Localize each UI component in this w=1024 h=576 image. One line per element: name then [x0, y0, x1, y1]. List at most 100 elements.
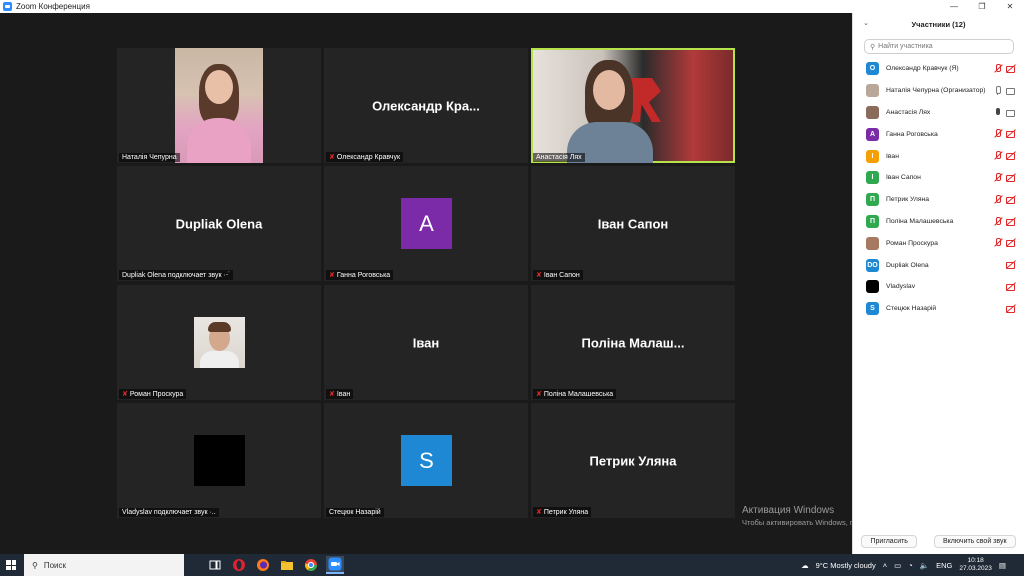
- start-button[interactable]: [0, 554, 22, 576]
- taskbar-search-label: Поиск: [43, 560, 67, 570]
- video-off-icon[interactable]: [1006, 64, 1016, 73]
- participant-row[interactable]: П Поліна Малашевська: [853, 211, 1024, 233]
- participant-status-icons: [993, 151, 1016, 161]
- video-tile[interactable]: Олександр Кра... ✘ Олександр Кравчук: [324, 48, 528, 163]
- participant-search-input[interactable]: ⚲ Найти участника: [864, 39, 1014, 54]
- participant-display-name: Поліна Малаш...: [581, 335, 685, 350]
- mic-icon[interactable]: [993, 85, 1002, 95]
- mic-muted-icon[interactable]: [993, 172, 1002, 182]
- close-button[interactable]: ✕: [996, 0, 1024, 13]
- video-tile[interactable]: Іван Сапон ✘ Іван Сапон: [531, 166, 735, 281]
- window-title: Zoom Конференция: [16, 2, 90, 11]
- mic-icon[interactable]: [993, 107, 1002, 117]
- participant-status-icons: [993, 238, 1016, 248]
- invite-button[interactable]: Пригласить: [861, 534, 917, 548]
- video-off-icon[interactable]: [1006, 129, 1016, 139]
- tile-name: Іван: [336, 390, 351, 398]
- video-off-icon[interactable]: [1006, 195, 1016, 204]
- participant-avatar: [194, 435, 245, 486]
- participant-row[interactable]: І Іван Сапон: [853, 167, 1024, 189]
- opera-icon[interactable]: [230, 556, 248, 574]
- task-view-icon[interactable]: [206, 556, 224, 574]
- participant-row[interactable]: П Петрик Уляна: [853, 189, 1024, 211]
- video-tile[interactable]: A ✘ Ганна Роговська: [324, 166, 528, 281]
- language-indicator[interactable]: ENG: [936, 561, 952, 570]
- chrome-icon[interactable]: [302, 556, 320, 574]
- tile-name-label: ✘ Поліна Малашевська: [533, 389, 617, 399]
- video-tile[interactable]: ✘ Роман Проскура: [117, 285, 321, 400]
- tile-name-label: ✘ Роман Проскура: [119, 389, 187, 399]
- notification-icon[interactable]: ▤: [999, 561, 1006, 570]
- participant-status-icons: [993, 85, 1016, 95]
- participant-row[interactable]: DO Dupliak Olena: [853, 254, 1024, 276]
- participant-row[interactable]: Роман Проскура: [853, 232, 1024, 254]
- video-off-icon[interactable]: [1006, 217, 1016, 226]
- video-tile[interactable]: Петрик Уляна ✘ Петрик Уляна: [531, 403, 735, 518]
- video-tile[interactable]: Анастасія Лях: [531, 48, 735, 163]
- maximize-button[interactable]: ❐: [968, 0, 996, 13]
- tile-name-label: ✘ Петрик Уляна: [533, 507, 592, 517]
- zoom-app-icon: [3, 2, 12, 11]
- participant-name: Іван: [886, 152, 899, 160]
- participant-row[interactable]: Анастасія Лях: [853, 102, 1024, 124]
- video-off-icon[interactable]: [1006, 304, 1016, 313]
- unmute-self-button[interactable]: Включить свой звук: [933, 534, 1016, 548]
- video-off-icon[interactable]: [1006, 151, 1016, 161]
- tile-name: Іван Сапон: [543, 271, 580, 279]
- weather-text[interactable]: 9°C Mostly cloudy: [816, 561, 876, 570]
- volume-icon[interactable]: 🔈: [920, 561, 929, 570]
- tray-arrow-icon[interactable]: ˄: [883, 561, 887, 570]
- mic-muted-icon[interactable]: [993, 151, 1002, 160]
- participant-row[interactable]: A Ганна Роговська: [853, 123, 1024, 145]
- participant-avatar: [866, 84, 879, 98]
- participant-avatar: О: [866, 62, 879, 76]
- video-tile[interactable]: Іван ✘ Іван: [324, 285, 528, 400]
- zoom-taskbar-icon[interactable]: [326, 556, 344, 574]
- video-tile[interactable]: Vladyslav подключает звук ·..: [117, 403, 321, 518]
- video-icon[interactable]: [1006, 108, 1016, 117]
- video-off-icon[interactable]: [1006, 282, 1016, 291]
- tile-name: Vladyslav подключает звук ·..: [122, 509, 216, 516]
- clock[interactable]: 10:18 27.03.2023: [959, 557, 992, 573]
- wifi-icon[interactable]: ◔: [908, 561, 913, 570]
- mic-muted-icon[interactable]: [993, 216, 1002, 226]
- battery-icon[interactable]: ▭: [894, 561, 901, 570]
- tile-name: Анастасія Лях: [536, 154, 582, 161]
- chevron-down-icon[interactable]: ⌄: [863, 19, 869, 27]
- tile-name: Роман Проскура: [129, 390, 184, 398]
- panel-title: Участники (12): [911, 19, 966, 29]
- tile-name-label: ✘ Іван Сапон: [533, 270, 583, 280]
- video-off-icon[interactable]: [1006, 173, 1016, 182]
- participant-row[interactable]: Наталія Чепурна (Организатор): [853, 80, 1024, 102]
- clock-time: 10:18: [967, 557, 984, 564]
- participant-status-icons: [993, 129, 1016, 139]
- video-off-icon[interactable]: [1006, 238, 1016, 248]
- participant-status-icons: [1006, 282, 1016, 291]
- video-icon[interactable]: [1006, 86, 1016, 95]
- video-off-icon[interactable]: [1006, 260, 1016, 270]
- participant-name: Стецюк Назарій: [886, 305, 937, 313]
- participant-row[interactable]: S Стецюк Назарій: [853, 298, 1024, 320]
- taskbar-search[interactable]: ⚲ Поиск: [24, 554, 184, 576]
- tile-name: Поліна Малашевська: [543, 390, 614, 398]
- participant-row[interactable]: Vladyslav: [853, 276, 1024, 298]
- video-tile[interactable]: S Стецюк Назарій: [324, 403, 528, 518]
- muted-mic-icon: ✘: [329, 391, 335, 398]
- participant-row[interactable]: О Олександр Кравчук (Я): [853, 58, 1024, 80]
- panel-footer: Пригласить Включить свой звук: [853, 533, 1024, 549]
- video-tile[interactable]: Наталія Чепурна: [117, 48, 321, 163]
- video-tile[interactable]: Dupliak Olena Dupliak Olena подключает зв…: [117, 166, 321, 281]
- file-explorer-icon[interactable]: [278, 556, 296, 574]
- participants-panel: ⌄ Участники (12) ⚲ Найти участника О Олек…: [852, 13, 1024, 554]
- mic-muted-icon[interactable]: [993, 238, 1002, 247]
- minimize-button[interactable]: —: [940, 0, 968, 13]
- mic-muted-icon[interactable]: [993, 64, 1002, 73]
- video-tile[interactable]: Поліна Малаш... ✘ Поліна Малашевська: [531, 285, 735, 400]
- mic-muted-icon[interactable]: [993, 129, 1002, 138]
- mic-muted-icon[interactable]: [993, 194, 1002, 204]
- muted-mic-icon: ✘: [536, 509, 542, 516]
- participant-row[interactable]: І Іван: [853, 145, 1024, 167]
- participant-avatar: І: [866, 149, 879, 163]
- participant-avatar: П: [866, 214, 879, 228]
- firefox-icon[interactable]: [254, 556, 272, 574]
